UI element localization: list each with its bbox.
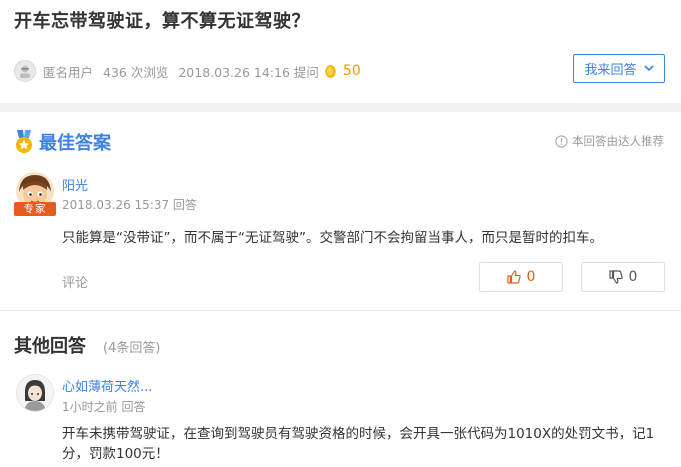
gold-coin-icon [325,65,336,78]
other-answer-time: 1小时之前 回答 [62,400,146,414]
info-circle-icon [555,134,568,148]
best-answer-heading: 最佳答案 [39,133,111,154]
downvote-button[interactable]: 0 [581,262,665,292]
answer-time: 2018.03.26 15:37 回答 [62,198,197,212]
other-answerer-avatar[interactable] [16,374,54,412]
anonymous-avatar-icon [14,60,36,82]
question-meta: 匿名用户 436 次浏览 2018.03.26 14:16 提问 50 [14,58,361,84]
other-answerer-name[interactable]: 心如薄荷天然... [62,376,152,395]
other-answer-text: 开车未携带驾驶证，在查询到驾驶员有驾驶资格的时候，会开具一张代码为1010X的处… [62,426,655,462]
ask-time: 2018.03.26 14:16 提问 [178,64,319,80]
upvote-count: 0 [526,269,536,285]
thumbs-up-icon [506,270,521,284]
comment-link[interactable]: 评论 [62,272,88,291]
section-divider-thin [0,310,681,311]
asker-name[interactable]: 匿名用户 [43,62,93,81]
upvote-button[interactable]: 0 [479,262,563,292]
section-divider [0,103,681,112]
answer-button-label: 我来回答 [584,63,637,78]
thumbs-down-icon [608,270,623,284]
downvote-count: 0 [628,269,638,285]
other-answers-heading: 其他回答 [14,336,86,357]
expert-badge: 专家 [14,202,56,216]
recommend-note: 本回答由达人推荐 [555,133,664,149]
view-count: 436 次浏览 [103,64,169,80]
chevron-down-icon [643,65,654,72]
best-answer-text: 只能算是“没带证”，而不属于“无证驾驶”。交警部门不会拘留当事人，而只是暂时的扣… [62,230,603,246]
reward-value: 50 [342,63,361,79]
answerer-name[interactable]: 阳光 [62,175,88,194]
best-answer-medal-icon [16,130,32,153]
question-title: 开车忘带驾驶证，算不算无证驾驶？ [14,11,310,32]
other-answers-count: (4条回答) [103,341,161,356]
best-answer-header: 最佳答案 [14,129,111,155]
recommend-note-text: 本回答由达人推荐 [572,134,664,148]
answer-button[interactable]: 我来回答 [573,54,665,83]
